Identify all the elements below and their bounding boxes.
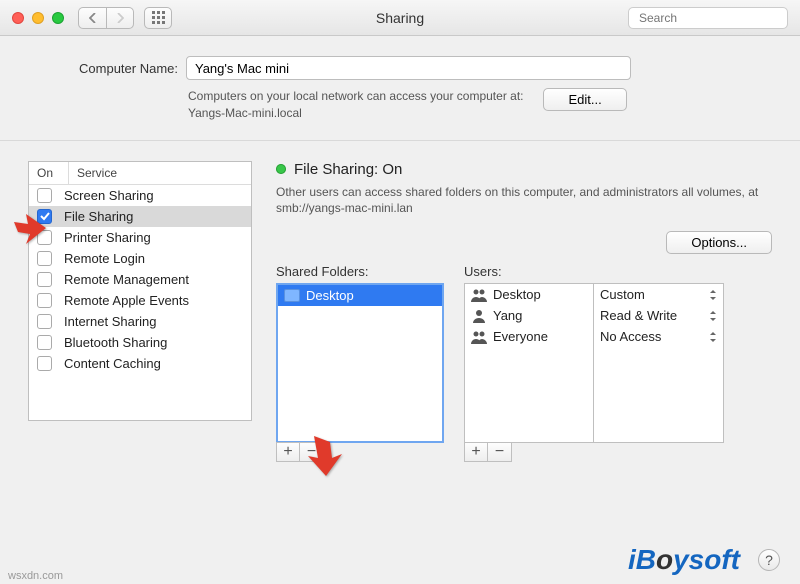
- user-name: Everyone: [493, 329, 548, 344]
- service-row-printer-sharing[interactable]: Printer Sharing: [29, 227, 251, 248]
- window-controls: [12, 12, 64, 24]
- service-checkbox[interactable]: [37, 293, 52, 308]
- remove-user-button[interactable]: −: [488, 442, 512, 462]
- permission-row[interactable]: Custom: [594, 284, 723, 305]
- computer-name-label: Computer Name:: [40, 61, 178, 76]
- users-label: Users:: [464, 264, 724, 279]
- forward-button[interactable]: [106, 7, 134, 29]
- edit-button[interactable]: Edit...: [543, 88, 626, 111]
- show-all-button[interactable]: [144, 7, 172, 29]
- folder-name: Desktop: [306, 288, 354, 303]
- service-label: Internet Sharing: [64, 314, 157, 329]
- user-name: Desktop: [493, 287, 541, 302]
- shared-folders-column: Shared Folders: Desktop + −: [276, 264, 444, 462]
- service-row-internet-sharing[interactable]: Internet Sharing: [29, 311, 251, 332]
- shared-folders-label: Shared Folders:: [276, 264, 444, 279]
- permission-label: Read & Write: [600, 308, 677, 323]
- permissions-list[interactable]: Custom Read & Write No Access: [594, 283, 724, 443]
- stepper-icon: [709, 288, 717, 302]
- minimize-icon[interactable]: [32, 12, 44, 24]
- status-row: File Sharing: On: [276, 161, 772, 178]
- service-label: Content Caching: [64, 356, 161, 371]
- service-checkbox[interactable]: [37, 188, 52, 203]
- service-checkbox[interactable]: [37, 314, 52, 329]
- service-row-content-caching[interactable]: Content Caching: [29, 353, 251, 374]
- service-row-file-sharing[interactable]: File Sharing: [29, 206, 251, 227]
- footer: iBoysoft ?: [628, 544, 780, 576]
- service-label: Printer Sharing: [64, 230, 151, 245]
- permission-row[interactable]: No Access: [594, 326, 723, 347]
- service-checkbox[interactable]: [37, 335, 52, 350]
- permission-row[interactable]: Read & Write: [594, 305, 723, 326]
- service-label: Bluetooth Sharing: [64, 335, 167, 350]
- network-info: Computers on your local network can acce…: [188, 88, 523, 122]
- add-user-button[interactable]: +: [464, 442, 488, 462]
- service-checkbox[interactable]: [37, 251, 52, 266]
- status-title: File Sharing: On: [294, 161, 402, 178]
- service-label: Remote Login: [64, 251, 145, 266]
- user-row[interactable]: Everyone: [465, 326, 593, 347]
- service-row-bluetooth-sharing[interactable]: Bluetooth Sharing: [29, 332, 251, 353]
- search-input[interactable]: [639, 11, 794, 25]
- nav-buttons: [78, 7, 134, 29]
- computer-name-section: Computer Name: Computers on your local n…: [0, 36, 800, 141]
- folder-icon: [284, 289, 300, 302]
- service-label: Remote Apple Events: [64, 293, 189, 308]
- service-checkbox[interactable]: [37, 230, 52, 245]
- user-row[interactable]: Yang: [465, 305, 593, 326]
- help-button[interactable]: ?: [758, 549, 780, 571]
- service-row-remote-login[interactable]: Remote Login: [29, 248, 251, 269]
- services-header: On Service: [29, 162, 251, 185]
- service-label: Screen Sharing: [64, 188, 154, 203]
- status-description: Other users can access shared folders on…: [276, 184, 772, 218]
- back-button[interactable]: [78, 7, 106, 29]
- window-title: Sharing: [376, 10, 424, 26]
- services-list: On Service Screen Sharing File Sharing Pri…: [28, 161, 252, 421]
- status-led-icon: [276, 164, 286, 174]
- add-folder-button[interactable]: +: [276, 442, 300, 462]
- users-list[interactable]: Desktop Yang Everyone: [464, 283, 594, 443]
- service-row-screen-sharing[interactable]: Screen Sharing: [29, 185, 251, 206]
- user-name: Yang: [493, 308, 522, 323]
- service-label: File Sharing: [64, 209, 133, 224]
- service-row-remote-apple-events[interactable]: Remote Apple Events: [29, 290, 251, 311]
- search-field[interactable]: [628, 7, 788, 29]
- stepper-icon: [709, 330, 717, 344]
- shared-folders-list[interactable]: Desktop: [276, 283, 444, 443]
- remove-folder-button[interactable]: −: [300, 442, 324, 462]
- shared-folder-row[interactable]: Desktop: [278, 285, 442, 306]
- permission-label: No Access: [600, 329, 661, 344]
- permission-label: Custom: [600, 287, 645, 302]
- close-icon[interactable]: [12, 12, 24, 24]
- titlebar: Sharing: [0, 0, 800, 36]
- brand-logo: iBoysoft: [628, 544, 740, 576]
- stepper-icon: [709, 309, 717, 323]
- zoom-icon[interactable]: [52, 12, 64, 24]
- options-button[interactable]: Options...: [666, 231, 772, 254]
- service-row-remote-management[interactable]: Remote Management: [29, 269, 251, 290]
- service-checkbox[interactable]: [37, 272, 52, 287]
- service-checkbox[interactable]: [37, 209, 52, 224]
- watermark: wsxdn.com: [8, 570, 63, 582]
- service-label: Remote Management: [64, 272, 189, 287]
- detail-panel: File Sharing: On Other users can access …: [276, 161, 772, 463]
- services-panel: On Service Screen Sharing File Sharing Pri…: [28, 161, 252, 463]
- main-content: On Service Screen Sharing File Sharing Pri…: [0, 141, 800, 463]
- service-checkbox[interactable]: [37, 356, 52, 371]
- user-row[interactable]: Desktop: [465, 284, 593, 305]
- computer-name-field[interactable]: [186, 56, 631, 80]
- users-column: Users: Desktop Yang Everyone Custom Read & …: [464, 264, 724, 462]
